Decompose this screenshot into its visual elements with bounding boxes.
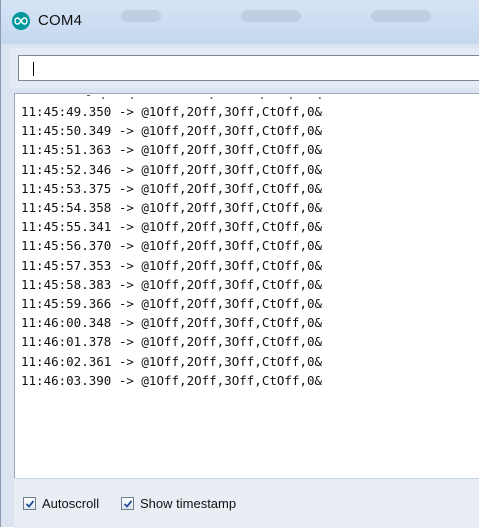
log-line: 11:45:55.341 -> @1Off,2Off,3Off,CtOff,0& xyxy=(21,219,323,235)
log-line: 11:45:49.350 -> @1Off,2Off,3Off,CtOff,0& xyxy=(21,104,323,119)
serial-output-area[interactable]: - . ' . ' ' . ' . . . 11:45:49.350 -> @1… xyxy=(14,93,479,479)
log-line: 11:46:03.390 -> @1Off,2Off,3Off,CtOff,0& xyxy=(21,372,323,388)
log-line: 11:45:54.358 -> @1Off,2Off,3Off,CtOff,0& xyxy=(21,200,323,216)
log-line: 11:46:00.348 -> @1Off,2Off,3Off,CtOff,0& xyxy=(21,315,323,331)
blurred-title-fragment xyxy=(121,10,161,22)
log-line: 11:45:57.353 -> @1Off,2Off,3Off,CtOff,0& xyxy=(21,257,323,273)
text-caret xyxy=(33,62,34,76)
checkmark-icon xyxy=(25,500,35,508)
log-line: 11:45:51.363 -> @1Off,2Off,3Off,CtOff,0& xyxy=(21,142,323,158)
show-timestamp-checkbox[interactable]: Show timestamp xyxy=(121,496,236,511)
blurred-title-fragment xyxy=(371,10,431,22)
title-bar: COM4 xyxy=(1,0,479,44)
serial-log: 11:45:49.350 -> @1Off,2Off,3Off,CtOff,0&… xyxy=(21,102,322,390)
serial-monitor-window: COM4 - . ' . ' ' . ' . . . 11:45:49.350 … xyxy=(0,0,479,528)
log-line: 11:45:53.375 -> @1Off,2Off,3Off,CtOff,0& xyxy=(21,180,323,196)
log-line: 11:45:52.346 -> @1Off,2Off,3Off,CtOff,0& xyxy=(21,161,323,177)
arduino-infinity-icon xyxy=(12,12,30,30)
autoscroll-checkbox[interactable]: Autoscroll xyxy=(23,496,99,511)
show-timestamp-label: Show timestamp xyxy=(140,496,237,511)
checkmark-icon xyxy=(123,500,133,508)
log-line: 11:46:02.361 -> @1Off,2Off,3Off,CtOff,0& xyxy=(21,353,323,369)
window-title: COM4 xyxy=(38,12,83,29)
blurred-title-fragment xyxy=(241,10,301,22)
clipped-previous-line: - . ' . ' ' . ' . . . xyxy=(85,93,324,102)
log-line: 11:46:01.378 -> @1Off,2Off,3Off,CtOff,0& xyxy=(21,334,323,350)
log-line: 11:45:50.349 -> @1Off,2Off,3Off,CtOff,0& xyxy=(21,123,323,139)
log-line: 11:45:56.370 -> @1Off,2Off,3Off,CtOff,0& xyxy=(21,238,323,254)
show-timestamp-checkbox-box[interactable] xyxy=(121,497,134,510)
autoscroll-label: Autoscroll xyxy=(42,496,100,511)
send-input[interactable] xyxy=(18,55,479,81)
log-line: 11:45:58.383 -> @1Off,2Off,3Off,CtOff,0& xyxy=(21,276,323,292)
status-footer: Autoscroll Show timestamp xyxy=(14,478,479,528)
autoscroll-checkbox-box[interactable] xyxy=(23,497,36,510)
log-line: 11:45:59.366 -> @1Off,2Off,3Off,CtOff,0& xyxy=(21,296,323,312)
